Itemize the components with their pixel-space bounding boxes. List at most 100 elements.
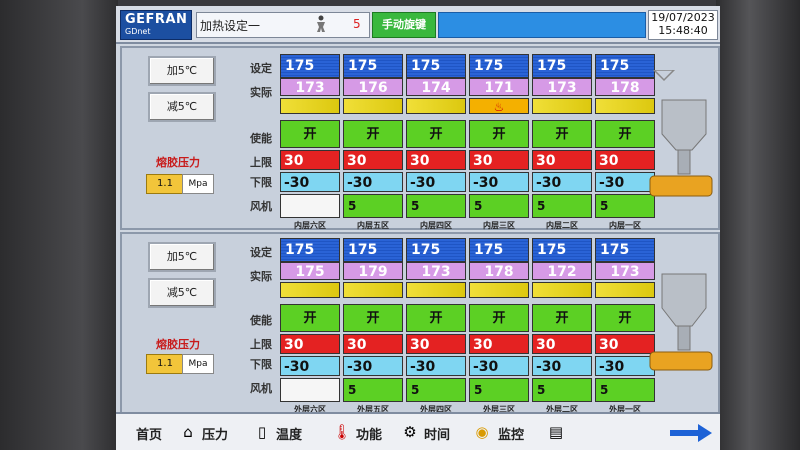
enable-toggle[interactable]: 开 — [469, 304, 529, 332]
row-label-set: 设定 — [250, 246, 272, 259]
enable-toggle[interactable]: 开 — [280, 120, 340, 148]
heating-indicator — [469, 282, 529, 298]
fan-field[interactable]: 5 — [469, 378, 529, 402]
lower-limit-field[interactable]: -30 — [280, 356, 340, 376]
melt-pressure-unit: Mpa — [182, 174, 214, 194]
enable-toggle[interactable]: 开 — [343, 120, 403, 148]
enable-toggle[interactable]: 开 — [406, 304, 466, 332]
upper-limit-value: 30 — [473, 153, 493, 169]
lower-limit-field[interactable]: -30 — [532, 356, 592, 376]
upper-limit-field[interactable]: 30 — [406, 334, 466, 354]
set-value: 175 — [411, 242, 441, 258]
lower-limit-field[interactable]: -30 — [469, 172, 529, 192]
fan-field[interactable]: 5 — [406, 378, 466, 402]
fan-field[interactable] — [280, 378, 340, 402]
set-value-field[interactable]: 175 — [280, 54, 340, 78]
upper-limit-field[interactable]: 30 — [280, 150, 340, 170]
fan-field[interactable]: 5 — [406, 194, 466, 218]
add-5c-button[interactable]: 加5℃ — [148, 242, 216, 272]
heating-indicator — [406, 98, 466, 114]
melt-pressure-unit: Mpa — [182, 354, 214, 374]
set-value-field[interactable]: 175 — [280, 238, 340, 262]
fan-field[interactable]: 5 — [469, 194, 529, 218]
upper-limit-field[interactable]: 30 — [343, 334, 403, 354]
nav-home[interactable]: 首页 — [136, 424, 162, 443]
thermometer-icon[interactable]: 🌡 — [332, 422, 352, 442]
set-value-field[interactable]: 175 — [343, 54, 403, 78]
nav-temperature[interactable]: 温度 — [276, 424, 302, 443]
heating-indicator — [343, 98, 403, 114]
lower-limit-field[interactable]: -30 — [469, 356, 529, 376]
upper-limit-value: 30 — [347, 337, 367, 353]
actual-temp-value: 178 — [469, 262, 529, 280]
clock-icon[interactable]: ◉ — [472, 422, 492, 442]
upper-limit-value: 30 — [284, 337, 304, 353]
enable-toggle[interactable]: 开 — [532, 304, 592, 332]
enable-toggle[interactable]: 开 — [343, 304, 403, 332]
upper-limit-field[interactable]: 30 — [280, 334, 340, 354]
lower-limit-field[interactable]: -30 — [343, 172, 403, 192]
enable-toggle[interactable]: 开 — [532, 120, 592, 148]
nav-time[interactable]: 时间 — [424, 424, 450, 443]
upper-limit-field[interactable]: 30 — [343, 150, 403, 170]
lower-limit-value: -30 — [347, 175, 373, 191]
datetime-display: 19/07/2023 15:48:40 — [648, 10, 718, 40]
sub-5c-button[interactable]: 减5℃ — [148, 92, 216, 122]
lower-limit-field[interactable]: -30 — [532, 172, 592, 192]
fan-value: 5 — [537, 199, 546, 213]
row-label-lower: 下限 — [250, 176, 272, 189]
next-arrow-icon[interactable] — [670, 424, 712, 442]
upper-limit-value: 30 — [410, 337, 430, 353]
enable-toggle[interactable]: 开 — [280, 304, 340, 332]
upper-limit-field[interactable]: 30 — [532, 334, 592, 354]
set-value: 175 — [348, 58, 378, 74]
manual-mode-button[interactable]: 手动旋键 — [372, 12, 436, 38]
set-value-field[interactable]: 175 — [406, 238, 466, 262]
zone-name: 内层四区 — [420, 221, 452, 230]
set-value-field[interactable]: 175 — [532, 238, 592, 262]
lower-limit-field[interactable]: -30 — [406, 172, 466, 192]
fan-field[interactable]: 5 — [343, 194, 403, 218]
fan-value: 5 — [537, 383, 546, 397]
upper-limit-field[interactable]: 30 — [532, 150, 592, 170]
sub-5c-button[interactable]: 减5℃ — [148, 278, 216, 308]
upper-limit-field[interactable]: 30 — [469, 334, 529, 354]
fan-value: 5 — [411, 383, 420, 397]
nav-pressure[interactable]: 压力 — [202, 424, 228, 443]
enable-toggle[interactable]: 开 — [469, 120, 529, 148]
enable-toggle[interactable]: 开 — [406, 120, 466, 148]
set-value-field[interactable]: 175 — [469, 54, 529, 78]
gear-icon[interactable]: ⚙ — [400, 422, 420, 442]
set-value-field[interactable]: 175 — [406, 54, 466, 78]
fan-field[interactable]: 5 — [532, 194, 592, 218]
upper-limit-value: 30 — [410, 153, 430, 169]
outer-layer-panel: 加5℃ 减5℃ 熔胶压力 1.1 Mpa 设定 实际 使能 上限 下限 风机 1… — [120, 232, 720, 416]
upper-limit-field[interactable]: 30 — [406, 150, 466, 170]
upper-limit-value: 30 — [599, 337, 619, 353]
fan-field[interactable]: 5 — [532, 378, 592, 402]
lower-limit-value: -30 — [536, 175, 562, 191]
upper-limit-value: 30 — [284, 153, 304, 169]
set-value-field[interactable]: 175 — [532, 54, 592, 78]
row-label-fan: 风机 — [250, 200, 272, 213]
document-icon[interactable]: ▤ — [546, 422, 566, 442]
set-value-field[interactable]: 175 — [469, 238, 529, 262]
nav-function[interactable]: 功能 — [356, 424, 382, 443]
upper-limit-value: 30 — [536, 153, 556, 169]
zone-name: 内层二区 — [546, 221, 578, 230]
screen-title: 加热设定一 — [200, 19, 261, 33]
upper-limit-field[interactable]: 30 — [469, 150, 529, 170]
fan-field[interactable]: 5 — [343, 378, 403, 402]
fan-field[interactable] — [280, 194, 340, 218]
lower-limit-field[interactable]: -30 — [406, 356, 466, 376]
pressure-icon[interactable]: ▯ — [252, 422, 272, 442]
home-icon[interactable]: ⌂ — [178, 422, 198, 442]
nav-monitor[interactable]: 监控 — [498, 424, 524, 443]
set-value-field[interactable]: 175 — [343, 238, 403, 262]
lower-limit-field[interactable]: -30 — [343, 356, 403, 376]
fan-value: 5 — [411, 199, 420, 213]
lower-limit-field[interactable]: -30 — [280, 172, 340, 192]
lower-limit-value: -30 — [599, 359, 625, 375]
zone-name: 内层一区 — [609, 221, 641, 230]
add-5c-button[interactable]: 加5℃ — [148, 56, 216, 86]
